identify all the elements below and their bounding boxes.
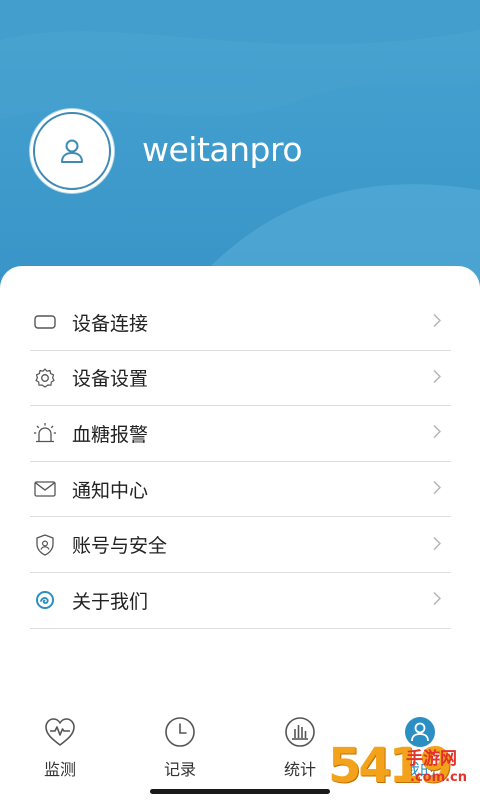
gear-icon xyxy=(32,365,58,391)
clock-icon xyxy=(164,716,196,748)
watermark-logo: 5419 手游网 .com.cn xyxy=(328,738,478,798)
settings-menu: 设备连接 设备设置 血糖报警 通知中心 账号与安全 关于我们 xyxy=(30,295,451,629)
menu-item-label: 账号与安全 xyxy=(72,535,168,558)
tab-label: 记录 xyxy=(163,760,196,779)
mail-icon xyxy=(32,476,58,502)
menu-item-label: 关于我们 xyxy=(72,590,149,613)
tab-monitor[interactable]: 监测 xyxy=(0,706,120,800)
menu-item-device-settings[interactable]: 设备设置 xyxy=(30,351,451,407)
menu-item-account-security[interactable]: 账号与安全 xyxy=(30,517,451,573)
avatar[interactable] xyxy=(30,109,114,193)
watermark-brand: 手游网 xyxy=(406,749,457,769)
menu-item-label: 血糖报警 xyxy=(72,423,149,446)
menu-item-label: 通知中心 xyxy=(72,479,149,502)
menu-item-device-connect[interactable]: 设备连接 xyxy=(30,295,451,351)
shield-icon xyxy=(32,532,58,558)
watermark-url: .com.cn xyxy=(410,770,468,785)
menu-item-about-us[interactable]: 关于我们 xyxy=(30,573,451,629)
app-logo-icon xyxy=(32,587,58,613)
menu-item-glucose-alarm[interactable]: 血糖报警 xyxy=(30,406,451,462)
tab-label: 监测 xyxy=(43,760,76,779)
tab-label: 统计 xyxy=(283,760,316,779)
chevron-right-icon xyxy=(433,480,442,499)
alarm-icon xyxy=(32,420,58,446)
tab-records[interactable]: 记录 xyxy=(120,706,240,800)
user-icon xyxy=(61,139,83,163)
chevron-right-icon xyxy=(433,424,442,443)
chevron-right-icon xyxy=(433,368,442,387)
username: weitanpro xyxy=(142,130,303,169)
menu-item-notification-center[interactable]: 通知中心 xyxy=(30,462,451,518)
device-connect-icon xyxy=(32,309,58,335)
chevron-right-icon xyxy=(433,591,442,610)
profile-header: weitanpro xyxy=(0,0,480,300)
bar-chart-icon xyxy=(284,716,316,748)
menu-item-label: 设备设置 xyxy=(72,368,149,391)
chevron-right-icon xyxy=(433,535,442,554)
menu-item-label: 设备连接 xyxy=(72,312,149,335)
home-indicator[interactable] xyxy=(150,789,330,794)
heart-monitor-icon xyxy=(44,716,76,748)
chevron-right-icon xyxy=(433,313,442,332)
